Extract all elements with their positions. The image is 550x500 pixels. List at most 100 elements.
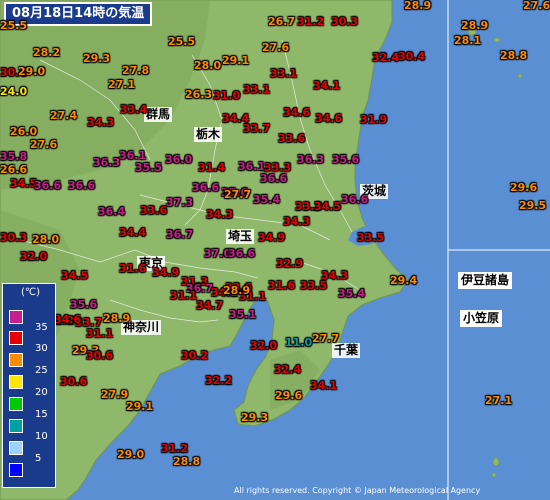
station-temp: 27.6	[262, 41, 290, 54]
station-temp: 31.6	[119, 262, 147, 275]
station-temp: 31.4	[198, 161, 226, 174]
prefecture-label-saitama: 埼玉	[226, 229, 255, 244]
station-temp: 29.5	[519, 199, 547, 212]
station-temp: 31.9	[360, 113, 388, 126]
legend-swatch	[9, 397, 23, 411]
station-temp: 36.4	[98, 205, 126, 218]
station-temp: 35.5	[135, 161, 163, 174]
station-temp: 28.0	[194, 59, 222, 72]
station-temp: 31.2	[297, 15, 325, 28]
station-temp: 25.5	[168, 35, 196, 48]
station-temp: 34.3	[283, 215, 311, 228]
station-temp: 34.6	[54, 313, 82, 326]
station-temp: 31.1	[86, 327, 114, 340]
copyright-notice: All rights reserved. Copyright © Japan M…	[234, 486, 481, 495]
legend-unit: (℃)	[21, 287, 41, 298]
station-temp: 36.3	[297, 153, 325, 166]
station-temp: 36.0	[165, 153, 193, 166]
station-temp: 36.6	[192, 181, 220, 194]
legend-swatch	[9, 441, 23, 455]
station-temp: 27.1	[485, 394, 513, 407]
prefecture-label-chiba: 千葉	[332, 343, 361, 358]
station-temp: 28.0	[32, 233, 60, 246]
station-temp: 28.8	[173, 455, 201, 468]
station-temp: 33.5	[357, 231, 385, 244]
station-temp: 33.7	[243, 122, 271, 135]
station-temp: 36.6	[34, 179, 62, 192]
station-temp: 26.6	[0, 163, 28, 176]
station-temp: 25.5	[0, 19, 28, 32]
station-temp: 32.0	[20, 250, 48, 263]
station-temp: 29.3	[83, 52, 111, 65]
station-temp: 35.6	[332, 153, 360, 166]
legend-label: 30	[35, 343, 48, 354]
station-temp: 28.9	[223, 284, 251, 297]
station-temp: 30.3	[331, 15, 359, 28]
station-temp: 35.4	[253, 193, 281, 206]
legend-swatch	[9, 310, 23, 324]
legend-label: 15	[35, 409, 48, 420]
station-temp: 30.6	[60, 375, 88, 388]
station-temp: 36.6	[341, 193, 369, 206]
station-temp: 11.0	[285, 336, 313, 349]
temperature-legend: (℃) 35 30 25 20 15 10 5	[2, 283, 56, 488]
legend-swatch	[9, 353, 23, 367]
station-temp: 34.3	[206, 208, 234, 221]
station-temp: 34.6	[315, 112, 343, 125]
station-temp: 26.3	[185, 88, 213, 101]
legend-swatch	[9, 375, 23, 389]
prefecture-label-gunma: 群馬	[144, 107, 173, 122]
station-temp: 34.3	[87, 116, 115, 129]
legend-label: 20	[35, 387, 48, 398]
station-temp: 28.9	[103, 312, 131, 325]
station-temp: 35.4	[338, 287, 366, 300]
legend-swatch	[9, 463, 23, 477]
station-temp: 34.5	[61, 269, 89, 282]
station-temp: 24.0	[0, 85, 28, 98]
station-temp: 32.9	[276, 257, 304, 270]
station-temp: 36.7	[166, 228, 194, 241]
station-temp: 27.1	[108, 78, 136, 91]
station-temp: 28.9	[404, 0, 432, 12]
station-temp: 35.6	[70, 298, 98, 311]
station-temp: 34.4	[119, 226, 147, 239]
station-temp: 28.8	[500, 49, 528, 62]
station-temp: 33.5	[300, 279, 328, 292]
station-temp: 33.6	[278, 132, 306, 145]
station-temp: 29.0	[18, 65, 46, 78]
station-temp: 31.1	[170, 289, 198, 302]
legend-label: 5	[35, 453, 42, 464]
station-temp: 34.9	[152, 266, 180, 279]
station-temp: 29.1	[126, 400, 154, 413]
island-label-izu: 伊豆諸島	[458, 272, 513, 289]
station-temp: 27.7	[312, 332, 340, 345]
station-temp: 33.4	[120, 103, 148, 116]
station-temp: 36.6	[68, 179, 96, 192]
station-temp: 28.9	[461, 19, 489, 32]
station-temp: 29.0	[117, 448, 145, 461]
station-temp: 31.0	[213, 89, 241, 102]
legend-swatch	[9, 331, 23, 345]
station-temp: 27.4	[50, 109, 78, 122]
station-temp: 27.6	[523, 0, 550, 12]
station-temp: 29.6	[275, 389, 303, 402]
station-temp: 37.3	[166, 196, 194, 209]
station-temp: 34.1	[310, 379, 338, 392]
station-temp: 33.6	[140, 204, 168, 217]
station-temp: 32.0	[250, 339, 278, 352]
station-temp: 30.6	[86, 349, 114, 362]
weather-map: 08月18日14時の気温 群馬 栃木 茨城 埼玉 東京 神奈川 千葉 伊豆諸島 …	[0, 0, 550, 500]
station-temp: 31.2	[161, 442, 189, 455]
station-temp: 27.7	[224, 188, 252, 201]
station-temp: 29.4	[390, 274, 418, 287]
station-temp: 36.6	[260, 172, 288, 185]
station-temp: 29.6	[510, 181, 538, 194]
legend-label: 25	[35, 365, 48, 376]
station-temp: 28.2	[33, 46, 61, 59]
station-temp: 28.1	[454, 34, 482, 47]
station-temp: 26.7	[268, 15, 296, 28]
station-temp: 32.4	[372, 51, 400, 64]
station-temp: 36.3	[93, 156, 121, 169]
station-temp: 33.1	[243, 83, 271, 96]
prefecture-label-tochigi: 栃木	[194, 127, 223, 142]
